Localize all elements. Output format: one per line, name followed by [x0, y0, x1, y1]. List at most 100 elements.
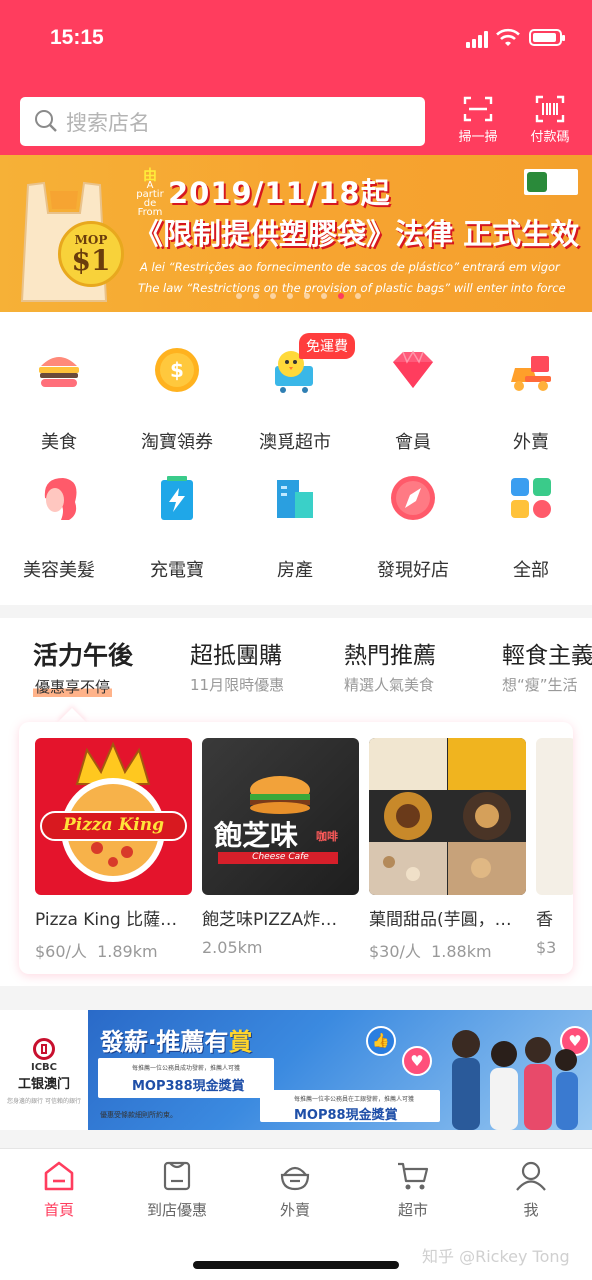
- tab-subtitle: 11月限時優惠: [190, 676, 285, 694]
- coin-icon: $: [155, 348, 199, 392]
- category-member[interactable]: 會員: [354, 312, 472, 453]
- dessert-photo: [369, 738, 526, 895]
- ad-body: 發薪‧推薦有賞 每推薦一位公務員成功發薪，推薦人可獲 MOP388現金獎賞 每推…: [88, 1010, 592, 1130]
- tab-subtitle: 優惠享不停: [33, 676, 113, 697]
- category-food[interactable]: 美食: [0, 312, 118, 453]
- category-takeout[interactable]: 外賣: [472, 312, 590, 453]
- icbc-en: ICBC: [30, 1062, 58, 1073]
- tab-home[interactable]: 首頁: [0, 1159, 118, 1220]
- pagination-dot[interactable]: [287, 293, 293, 299]
- tab-title: 活力午後: [33, 641, 134, 670]
- tab-me[interactable]: 我: [472, 1159, 590, 1220]
- banner-date: 2019/11/18起: [168, 176, 391, 210]
- grid-icon: [511, 478, 551, 518]
- icbc-logo-icon: [33, 1038, 55, 1060]
- shop-image-pizza-king: Pizza King: [35, 738, 192, 895]
- ad-title: 發薪‧推薦有賞: [100, 1022, 252, 1057]
- banner-headline: 《限制提供塑膠袋》法律 正式生效: [134, 217, 580, 251]
- search-input[interactable]: 搜索店名: [20, 97, 425, 146]
- shop-price: $60/人: [35, 942, 87, 961]
- home-icon: [44, 1161, 74, 1191]
- tab-group-buy[interactable]: 超抵團購 11月限時優惠: [190, 636, 284, 695]
- shop-name: 香: [536, 910, 553, 930]
- pagination-dot[interactable]: [253, 293, 259, 299]
- category-beauty[interactable]: 美容美髮: [0, 440, 118, 581]
- icbc-cn: 工银澳门: [17, 1077, 70, 1092]
- pagination-dot-active[interactable]: [338, 293, 344, 299]
- cheese-cafe-logo-tag: 咖啡: [316, 830, 338, 843]
- svg-text:$: $: [170, 358, 184, 382]
- ad-slip-1-text: 每推薦一位公務員成功發薪，推薦人可獲: [132, 1065, 241, 1072]
- user-icon: [516, 1161, 546, 1191]
- shop-card[interactable]: Pizza King Pizza King 比薩… $60/人 1.89km: [35, 738, 192, 962]
- category-supermarket[interactable]: 澳覓超市: [236, 312, 354, 453]
- ad-terms-note: 優惠受條款細則所約束。: [100, 1111, 177, 1119]
- shop-card[interactable]: 香 $3: [536, 738, 573, 957]
- barcode-icon: [535, 95, 565, 123]
- tab-takeout[interactable]: 外賣: [236, 1159, 354, 1220]
- tab-label: 到店優惠: [146, 1201, 207, 1219]
- status-bar: 15:15: [0, 0, 592, 76]
- tab-label: 外賣: [279, 1201, 310, 1219]
- status-time: 15:15: [50, 26, 104, 49]
- payment-code-label: 付款碼: [530, 130, 570, 145]
- pagination-dot[interactable]: [270, 293, 276, 299]
- ad-title-b: 賞: [228, 1028, 253, 1056]
- icbc-logo-block: ICBC 工银澳门 您身邊的銀行 可信賴的銀行: [0, 1010, 88, 1130]
- home-indicator[interactable]: [193, 1261, 399, 1269]
- tab-label: 我: [523, 1201, 539, 1219]
- pagination-dot[interactable]: [236, 293, 242, 299]
- banner-from-pt: A partir de: [136, 180, 164, 209]
- heart-icon: ♥: [402, 1046, 432, 1076]
- buildings-icon: [277, 480, 313, 518]
- promo-banner[interactable]: MOP $1 由 A partir de From 2019/11/18起 《限…: [0, 155, 592, 312]
- app-header: 15:15 搜索店名 掃一掃 付款碼: [0, 0, 592, 155]
- category-discover-shops[interactable]: 發現好店: [354, 440, 472, 581]
- cheese-cafe-logo-text: 飽芝味: [214, 819, 299, 852]
- category-label: 發現好店: [377, 560, 449, 581]
- woman-hair-icon: [44, 478, 77, 520]
- cart-icon: [398, 1162, 429, 1190]
- ad-slip-1: 每推薦一位公務員成功發薪，推薦人可獲 MOP388現金獎賞: [98, 1058, 274, 1098]
- category-all[interactable]: 全部: [472, 440, 590, 581]
- tab-light-meal[interactable]: 輕食主義 想“瘦”生活: [502, 636, 592, 695]
- category-grid: 美食 $ 淘寶領券 澳覓超市 會員 外賣 美容美髮 充電寶 房產 發現好店 全部: [0, 312, 592, 605]
- delivery-truck-icon: [511, 356, 551, 391]
- shop-meta: $60/人 1.89km: [35, 938, 192, 962]
- category-power-bank[interactable]: 充電寶: [118, 440, 236, 581]
- category-label: 全部: [513, 560, 549, 581]
- search-placeholder: 搜索店名: [66, 111, 150, 135]
- ad-title-a: 發薪‧推薦有: [100, 1028, 229, 1056]
- pagination-dot[interactable]: [304, 293, 310, 299]
- promo-section: 活力午後 優惠享不停 超抵團購 11月限時優惠 熱門推薦 精選人氣美食 輕食主義…: [0, 618, 592, 986]
- icbc-ad-banner[interactable]: ICBC 工银澳门 您身邊的銀行 可信賴的銀行 發薪‧推薦有賞 每推薦一位公務員…: [0, 1010, 592, 1130]
- tab-hot-picks[interactable]: 熱門推薦 精選人氣美食: [344, 636, 436, 695]
- category-real-estate[interactable]: 房產: [236, 440, 354, 581]
- shop-name: 菓間甜品(芋圓，…: [369, 910, 512, 930]
- takeout-bowl-icon: [280, 1166, 310, 1191]
- tab-supermarket[interactable]: 超市: [354, 1159, 472, 1220]
- scan-label: 掃一掃: [458, 130, 498, 145]
- cellular-signal-icon: [466, 30, 492, 48]
- shop-distance: 1.88km: [431, 942, 492, 961]
- watermark: 知乎 @Rickey Tong: [422, 1247, 570, 1266]
- scan-button[interactable]: 掃一掃: [448, 92, 508, 152]
- tab-in-store-deals[interactable]: 到店優惠: [118, 1159, 236, 1220]
- payment-code-button[interactable]: 付款碼: [520, 92, 580, 152]
- category-taobao-coupons[interactable]: $ 淘寶領券: [118, 312, 236, 453]
- pizza-king-logo-text: Pizza King: [63, 815, 164, 835]
- pagination-dot[interactable]: [321, 293, 327, 299]
- thumbs-up-icon: 👍: [366, 1026, 396, 1056]
- wifi-icon: [496, 28, 520, 46]
- shop-image-partial: [536, 738, 573, 895]
- shop-carousel: Pizza King Pizza King 比薩… $60/人 1.89km 飽…: [19, 722, 573, 974]
- shop-card[interactable]: 菓間甜品(芋圓，… $30/人 1.88km: [369, 738, 526, 962]
- shop-card[interactable]: 飽芝味 咖啡 Cheese Cafe 飽芝味PIZZA炸… 2.05km: [202, 738, 359, 957]
- ad-people-photo: [452, 1030, 578, 1130]
- tab-afternoon[interactable]: 活力午後 優惠享不停: [33, 636, 133, 697]
- pagination-dot[interactable]: [355, 293, 361, 299]
- banner-en-line: The law “Restrictions on the provision o…: [138, 281, 566, 295]
- tab-label: 超市: [397, 1201, 428, 1219]
- shop-image-cheese-cafe: 飽芝味 咖啡 Cheese Cafe: [202, 738, 359, 895]
- shop-meta: $30/人 1.88km: [369, 938, 526, 962]
